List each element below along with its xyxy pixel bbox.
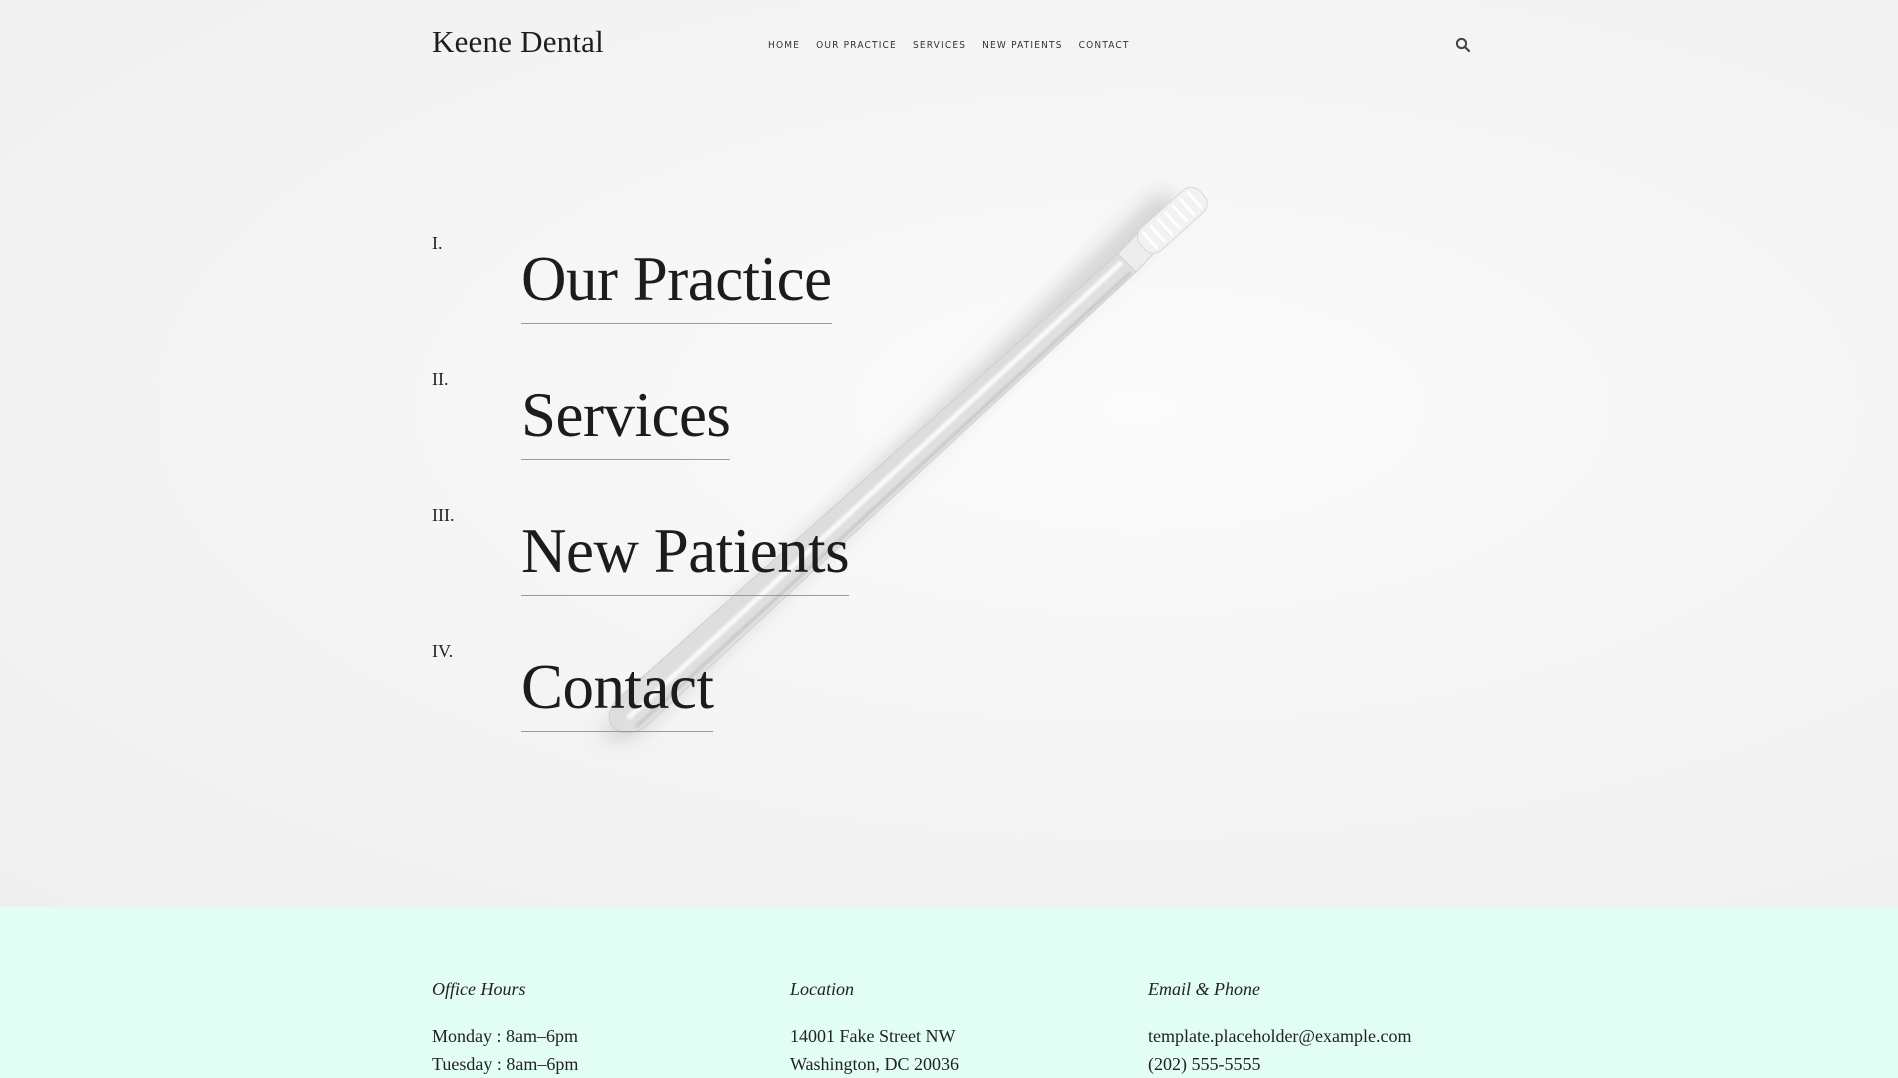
menu-number: III. <box>432 505 455 525</box>
menu-link-services[interactable]: Services <box>521 379 731 461</box>
menu-number: II. <box>432 369 449 389</box>
email-link[interactable]: template.placeholder@example.com <box>1148 1022 1488 1050</box>
menu-link-our-practice[interactable]: Our Practice <box>521 243 832 325</box>
menu-item-services: II. Services <box>432 369 1032 479</box>
menu-item-new-patients: III. New Patients <box>432 505 1032 615</box>
menu-item-contact: IV. Contact <box>432 641 1032 751</box>
page: Keene Dental HOME OUR PRACTICE SERVICES … <box>0 0 1898 1078</box>
site-footer: Office Hours Monday : 8am–6pm Tuesday : … <box>0 907 1898 1078</box>
hours-line: Tuesday : 8am–6pm <box>432 1054 579 1074</box>
office-hours-column: Office Hours Monday : 8am–6pm Tuesday : … <box>432 979 772 1078</box>
menu-item-our-practice: I. Our Practice <box>432 233 1032 343</box>
address-line: Washington, DC 20036 <box>790 1054 960 1074</box>
menu-link-new-patients[interactable]: New Patients <box>521 515 850 597</box>
hours-line: Monday : 8am–6pm <box>432 1026 578 1046</box>
menu-number: IV. <box>432 641 454 661</box>
location-heading: Location <box>790 979 855 999</box>
menu-link-contact[interactable]: Contact <box>521 651 714 733</box>
menu-number: I. <box>432 233 443 253</box>
phone-link[interactable]: (202) 555-5555 <box>1148 1050 1488 1078</box>
location-column: Location 14001 Fake Street NW Washington… <box>790 979 1130 1078</box>
contact-heading: Email & Phone <box>1148 979 1260 999</box>
office-hours-heading: Office Hours <box>432 979 526 999</box>
section-menu: I. Our Practice II. Services III. New Pa… <box>0 0 1898 907</box>
address-line: 14001 Fake Street NW <box>790 1026 956 1046</box>
contact-column: Email & Phone template.placeholder@examp… <box>1148 979 1488 1078</box>
